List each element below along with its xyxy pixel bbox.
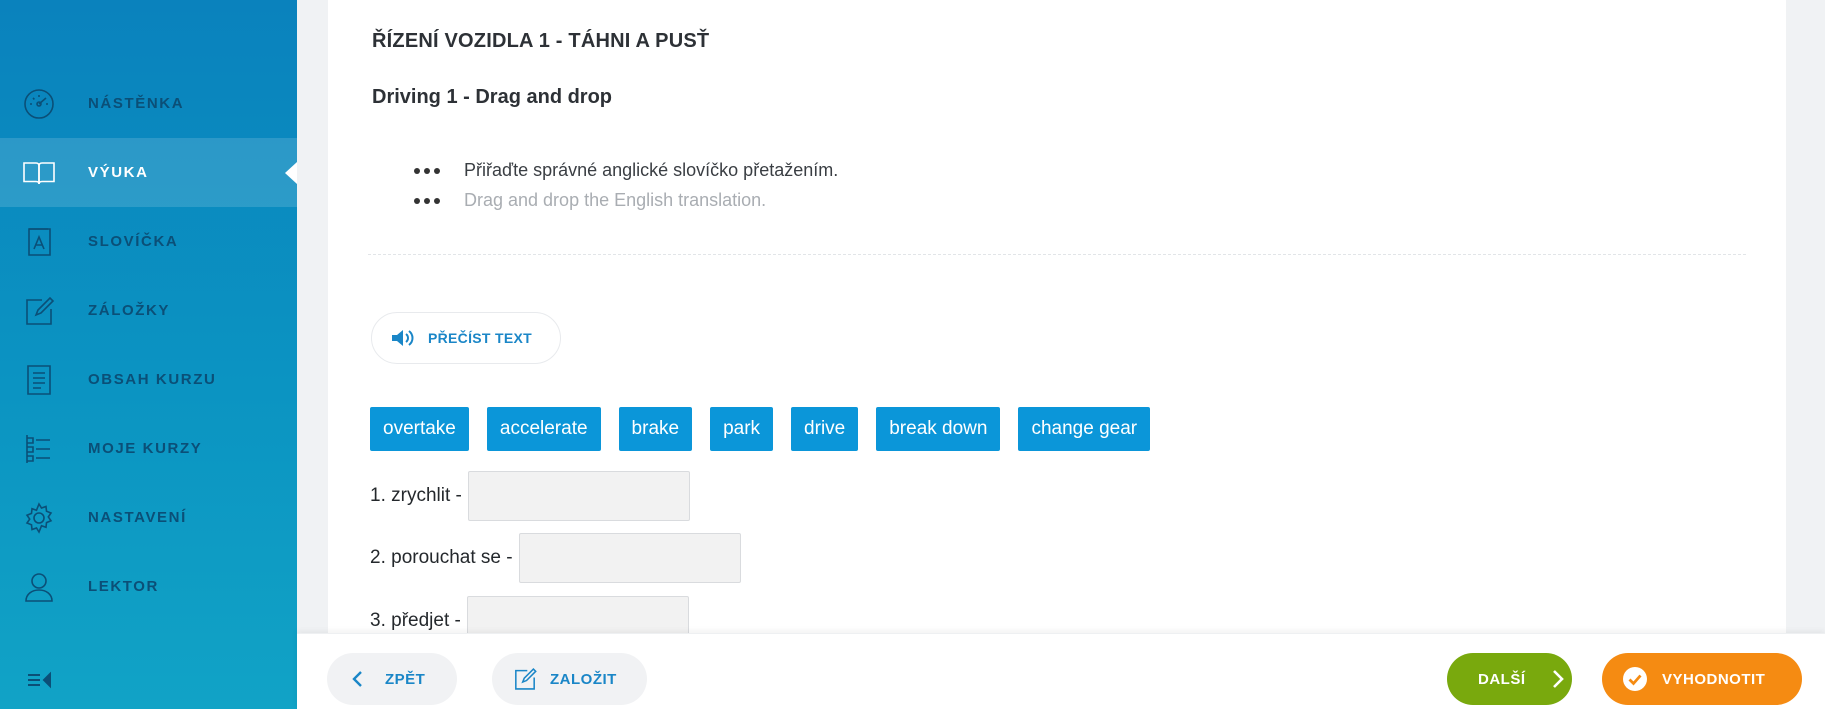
course-list-icon (22, 432, 56, 466)
instruction-en: Drag and drop the English translation. (414, 190, 766, 211)
evaluate-button[interactable]: VYHODNOTIT (1602, 653, 1802, 705)
evaluate-label: VYHODNOTIT (1662, 670, 1766, 688)
document-list-icon (22, 363, 56, 397)
question-label: 3. předjet - (370, 610, 461, 631)
sidebar-item-lektor[interactable]: LEKTOR (0, 552, 297, 621)
bookmark-label: ZALOŽIT (550, 670, 617, 688)
sidebar-item-slovicka[interactable]: SLOVÍČKA (0, 207, 297, 276)
bullet-dots-icon (414, 197, 454, 204)
drop-target[interactable] (518, 533, 741, 583)
sidebar-item-vyuka[interactable]: VÝUKA (0, 138, 297, 207)
word-chip[interactable]: brake (618, 407, 693, 451)
back-button[interactable]: ZPĚT (327, 653, 457, 705)
instruction-text: Drag and drop the English translation. (464, 190, 767, 210)
chevron-left-icon (352, 671, 362, 687)
read-text-button[interactable]: PŘEČÍST TEXT (371, 312, 561, 364)
sidebar-item-nastenka[interactable]: NÁSTĚNKA (0, 69, 297, 138)
sidebar-item-label: VÝUKA (88, 164, 149, 181)
divider (368, 254, 1746, 255)
lesson-subtitle: Driving 1 - Drag and drop (372, 86, 613, 108)
question-row: 1. zrychlit - (370, 471, 690, 521)
bullet-dots-icon (414, 167, 454, 174)
word-chip[interactable]: change gear (1018, 407, 1151, 451)
bookmark-button[interactable]: ZALOŽIT (492, 653, 647, 705)
bottom-action-bar: ZPĚT ZALOŽIT DALŠÍ VYHODNOTIT (297, 633, 1825, 709)
word-chip[interactable]: park (710, 407, 774, 451)
back-label: ZPĚT (385, 670, 426, 688)
question-row: 2. porouchat se - (370, 533, 741, 583)
user-icon (22, 570, 56, 604)
sidebar-item-label: NÁSTĚNKA (88, 95, 185, 112)
word-chip[interactable]: accelerate (486, 407, 601, 451)
word-chip[interactable]: drive (791, 407, 859, 451)
edit-note-icon (515, 667, 537, 690)
dashboard-gauge-icon (22, 87, 56, 121)
sidebar-item-zalozky[interactable]: ZÁLOŽKY (0, 276, 297, 345)
sidebar-item-label: LEKTOR (88, 578, 159, 595)
question-label: 2. porouchat se - (370, 547, 513, 568)
open-book-icon (22, 156, 56, 190)
sidebar-item-moje-kurzy[interactable]: MOJE KURZY (0, 414, 297, 483)
lesson-title: ŘÍZENÍ VOZIDLA 1 - TÁHNI A PUSŤ (372, 30, 710, 52)
chevron-right-icon (1552, 670, 1564, 688)
sidebar: NÁSTĚNKA VÝUKA SLOVÍČKA ZÁLOŽKY OBSAH KU… (0, 0, 297, 709)
check-circle-icon (1623, 667, 1647, 691)
instruction-text: Přiřaďte správné anglické slovíčko přeta… (464, 160, 839, 180)
instruction-cz: Přiřaďte správné anglické slovíčko přeta… (414, 160, 838, 181)
speaker-icon (392, 330, 414, 346)
sidebar-item-obsah-kurzu[interactable]: OBSAH KURZU (0, 345, 297, 414)
sidebar-item-label: ZÁLOŽKY (88, 302, 171, 319)
read-text-label: PŘEČÍST TEXT (428, 330, 532, 346)
question-label: 1. zrychlit - (370, 485, 462, 506)
dictionary-a-icon (22, 225, 56, 259)
edit-note-icon (22, 294, 56, 328)
sidebar-item-label: SLOVÍČKA (88, 233, 179, 250)
gear-icon (22, 501, 56, 535)
word-chip[interactable]: break down (876, 407, 1001, 451)
lesson-panel: ŘÍZENÍ VOZIDLA 1 - TÁHNI A PUSŤ Driving … (328, 0, 1786, 709)
sidebar-item-label: MOJE KURZY (88, 440, 203, 457)
word-bank: overtake accelerate brake park drive bre… (370, 407, 1151, 451)
sidebar-item-nastaveni[interactable]: NASTAVENÍ (0, 483, 297, 552)
word-chip[interactable]: overtake (370, 407, 469, 451)
sidebar-item-label: NASTAVENÍ (88, 509, 187, 526)
drop-target[interactable] (467, 471, 690, 521)
collapse-menu-icon[interactable] (26, 670, 54, 690)
next-button[interactable]: DALŠÍ (1447, 653, 1572, 705)
next-label: DALŠÍ (1478, 670, 1526, 688)
sidebar-item-label: OBSAH KURZU (88, 371, 217, 388)
